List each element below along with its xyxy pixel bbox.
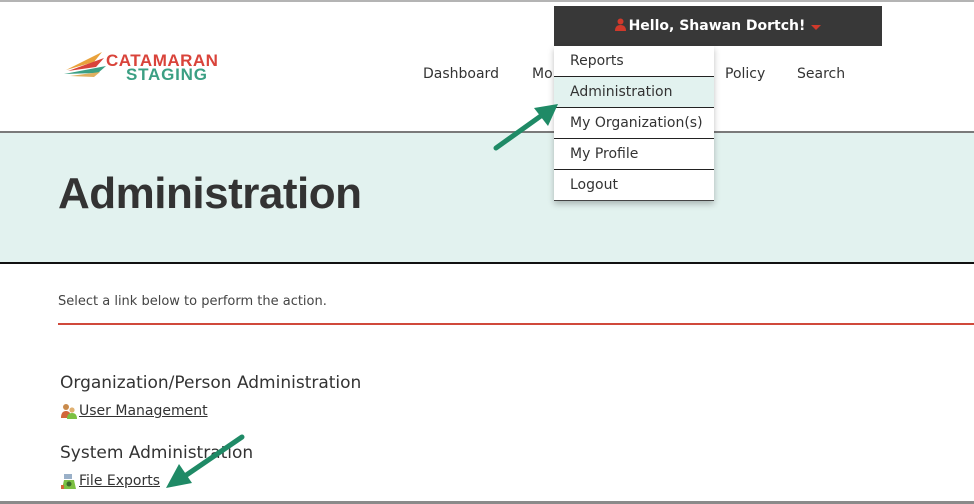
nav-dashboard[interactable]: Dashboard: [423, 66, 499, 82]
link-row-user-management: User Management: [61, 403, 208, 419]
user-icon: [614, 18, 626, 35]
menu-item-logout[interactable]: Logout: [554, 170, 714, 201]
menu-item-reports[interactable]: Reports: [554, 46, 714, 77]
file-export-icon: [61, 473, 77, 489]
catamaran-logo[interactable]: CATAMARAN STAGING: [64, 48, 239, 88]
link-row-file-exports: File Exports: [61, 473, 160, 489]
menu-item-administration[interactable]: Administration: [554, 77, 714, 108]
nav-policy[interactable]: Policy: [725, 66, 765, 82]
banner-divider: [0, 262, 974, 264]
annotation-arrow-administration: [493, 104, 558, 151]
user-dropdown-menu: Reports Administration My Organization(s…: [554, 46, 714, 201]
section-title-org-person: Organization/Person Administration: [60, 373, 362, 393]
intro-divider: [58, 323, 974, 325]
nav-search[interactable]: Search: [797, 66, 845, 82]
user-menu-toggle[interactable]: Hello, Shawan Dortch!: [554, 6, 882, 46]
page-title: Administration: [58, 169, 362, 218]
nav-mo[interactable]: Mo: [532, 66, 553, 82]
users-icon: [61, 403, 77, 419]
menu-item-my-organizations[interactable]: My Organization(s): [554, 108, 714, 139]
menu-item-my-profile[interactable]: My Profile: [554, 139, 714, 170]
annotation-arrow-file-exports: [166, 434, 245, 488]
file-exports-link[interactable]: File Exports: [79, 473, 160, 489]
logo-sail-icon: [64, 52, 106, 77]
user-management-link[interactable]: User Management: [79, 403, 208, 419]
user-greeting: Hello, Shawan Dortch!: [628, 18, 806, 34]
caret-down-icon: [811, 24, 822, 30]
logo-text-staging: STAGING: [126, 65, 208, 84]
page-banner: Administration: [0, 133, 974, 262]
intro-text: Select a link below to perform the actio…: [58, 294, 327, 309]
